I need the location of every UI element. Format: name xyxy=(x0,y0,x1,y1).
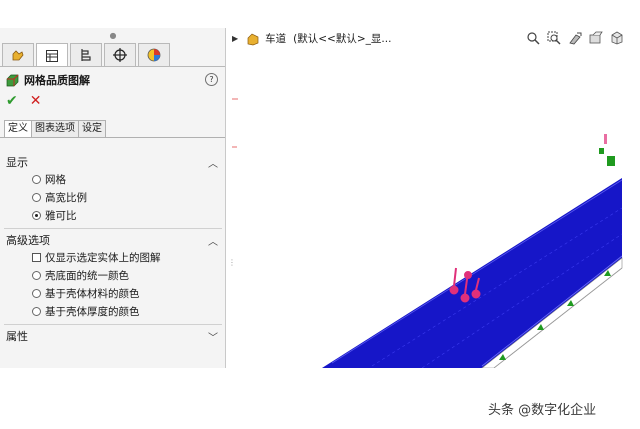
configuration-name: (默认<<默认>_显... xyxy=(293,33,392,45)
property-manager-icon xyxy=(46,49,58,62)
radio-label: 壳底面的统一颜色 xyxy=(45,269,129,282)
section-advanced-header[interactable]: 高级选项 ︿ xyxy=(6,233,220,248)
radio-label: 高宽比例 xyxy=(45,191,87,204)
tab-display-manager[interactable] xyxy=(138,43,170,66)
radio-option-thickness-color[interactable]: 基于壳体厚度的颜色 xyxy=(32,304,140,318)
manager-tab-strip xyxy=(2,43,172,67)
checkbox[interactable] xyxy=(32,252,41,262)
radio-button[interactable] xyxy=(32,174,41,184)
tab-chart-options[interactable]: 图表选项 xyxy=(31,120,79,138)
watermark-text: 头条 @数字化企业 xyxy=(488,403,597,418)
radio-label: 基于壳体厚度的颜色 xyxy=(45,305,140,318)
mesh-quality-icon xyxy=(6,74,19,86)
tab-property-manager[interactable] xyxy=(36,43,68,67)
radio-label: 网格 xyxy=(45,173,66,186)
configuration-manager-icon xyxy=(81,49,91,61)
radio-option-uniform-color[interactable]: 壳底面的统一颜色 xyxy=(32,268,129,282)
chevron-up-icon[interactable]: ︿ xyxy=(208,233,218,248)
tab-configuration-manager[interactable] xyxy=(70,43,102,66)
radio-label: 基于壳体材料的颜色 xyxy=(45,287,140,300)
section-display-label: 显示 xyxy=(6,156,28,169)
section-advanced-label: 高级选项 xyxy=(6,234,50,247)
section-display-header[interactable]: 显示 ︿ xyxy=(6,155,220,170)
checkbox-option-selected-entities[interactable]: 仅显示选定实体上的图解 xyxy=(32,250,161,264)
radio-button[interactable] xyxy=(32,270,41,280)
panel-collapse-handle[interactable]: ● xyxy=(0,28,226,42)
zoom-to-area-icon[interactable] xyxy=(546,30,561,45)
cancel-x-icon[interactable]: ✕ xyxy=(30,94,42,108)
radio-button-selected[interactable] xyxy=(32,210,41,220)
mesh-surface xyxy=(322,178,622,368)
view-orientation-icon[interactable] xyxy=(609,30,624,45)
help-icon[interactable]: ? xyxy=(205,73,218,86)
section-properties-header[interactable]: 属性 ﹀ xyxy=(6,329,220,344)
part-icon xyxy=(247,33,259,45)
radio-option-aspect-ratio[interactable]: 高宽比例 xyxy=(32,190,87,204)
previous-view-icon[interactable] xyxy=(567,30,582,45)
document-name: 车道 xyxy=(265,33,287,45)
tab-settings[interactable]: 设定 xyxy=(78,120,106,138)
radio-option-mesh[interactable]: 网格 xyxy=(32,172,66,186)
feature-tree-flyout[interactable]: ▶ 车道 (默认<<默认>_显... xyxy=(232,31,391,46)
mesh-model-view xyxy=(232,98,623,368)
radio-option-material-color[interactable]: 基于壳体材料的颜色 xyxy=(32,286,140,300)
zoom-to-fit-icon[interactable] xyxy=(525,30,540,45)
dimxpert-icon xyxy=(113,48,127,62)
graphics-viewport[interactable]: ▶ 车道 (默认<<默认>_显... xyxy=(232,28,632,368)
tab-feature-manager[interactable] xyxy=(2,43,34,66)
display-manager-icon xyxy=(147,48,161,62)
chevron-up-icon[interactable]: ︿ xyxy=(208,155,218,170)
section-view-icon[interactable] xyxy=(588,30,603,45)
confirm-row: ✔ ✕ xyxy=(6,94,41,108)
feature-manager-icon xyxy=(12,50,24,61)
radio-button[interactable] xyxy=(32,192,41,202)
feature-title-row: 网格品质图解 ? xyxy=(6,72,220,88)
expand-arrow-icon[interactable]: ▶ xyxy=(232,34,238,43)
radio-button[interactable] xyxy=(32,288,41,298)
property-manager-panel: ● 网格品质图解 ? ✔ ✕ 定义 图表选项 设定 显示 ︿ 网格 高宽比例 雅… xyxy=(0,28,226,368)
heads-up-toolbar xyxy=(525,30,624,45)
subtab-bar: 定义 图表选项 设定 xyxy=(4,120,106,138)
radio-option-jacobian[interactable]: 雅可比 xyxy=(32,208,77,222)
tab-dimxpert[interactable] xyxy=(104,43,136,66)
section-properties-label: 属性 xyxy=(6,330,28,343)
checkbox-label: 仅显示选定实体上的图解 xyxy=(45,251,161,264)
page-title: 网格品质图解 xyxy=(24,74,90,87)
tab-definition[interactable]: 定义 xyxy=(4,120,32,138)
radio-label: 雅可比 xyxy=(45,209,77,222)
radio-button[interactable] xyxy=(32,306,41,316)
ok-checkmark-icon[interactable]: ✔ xyxy=(6,94,18,108)
chevron-down-icon[interactable]: ﹀ xyxy=(208,329,218,344)
